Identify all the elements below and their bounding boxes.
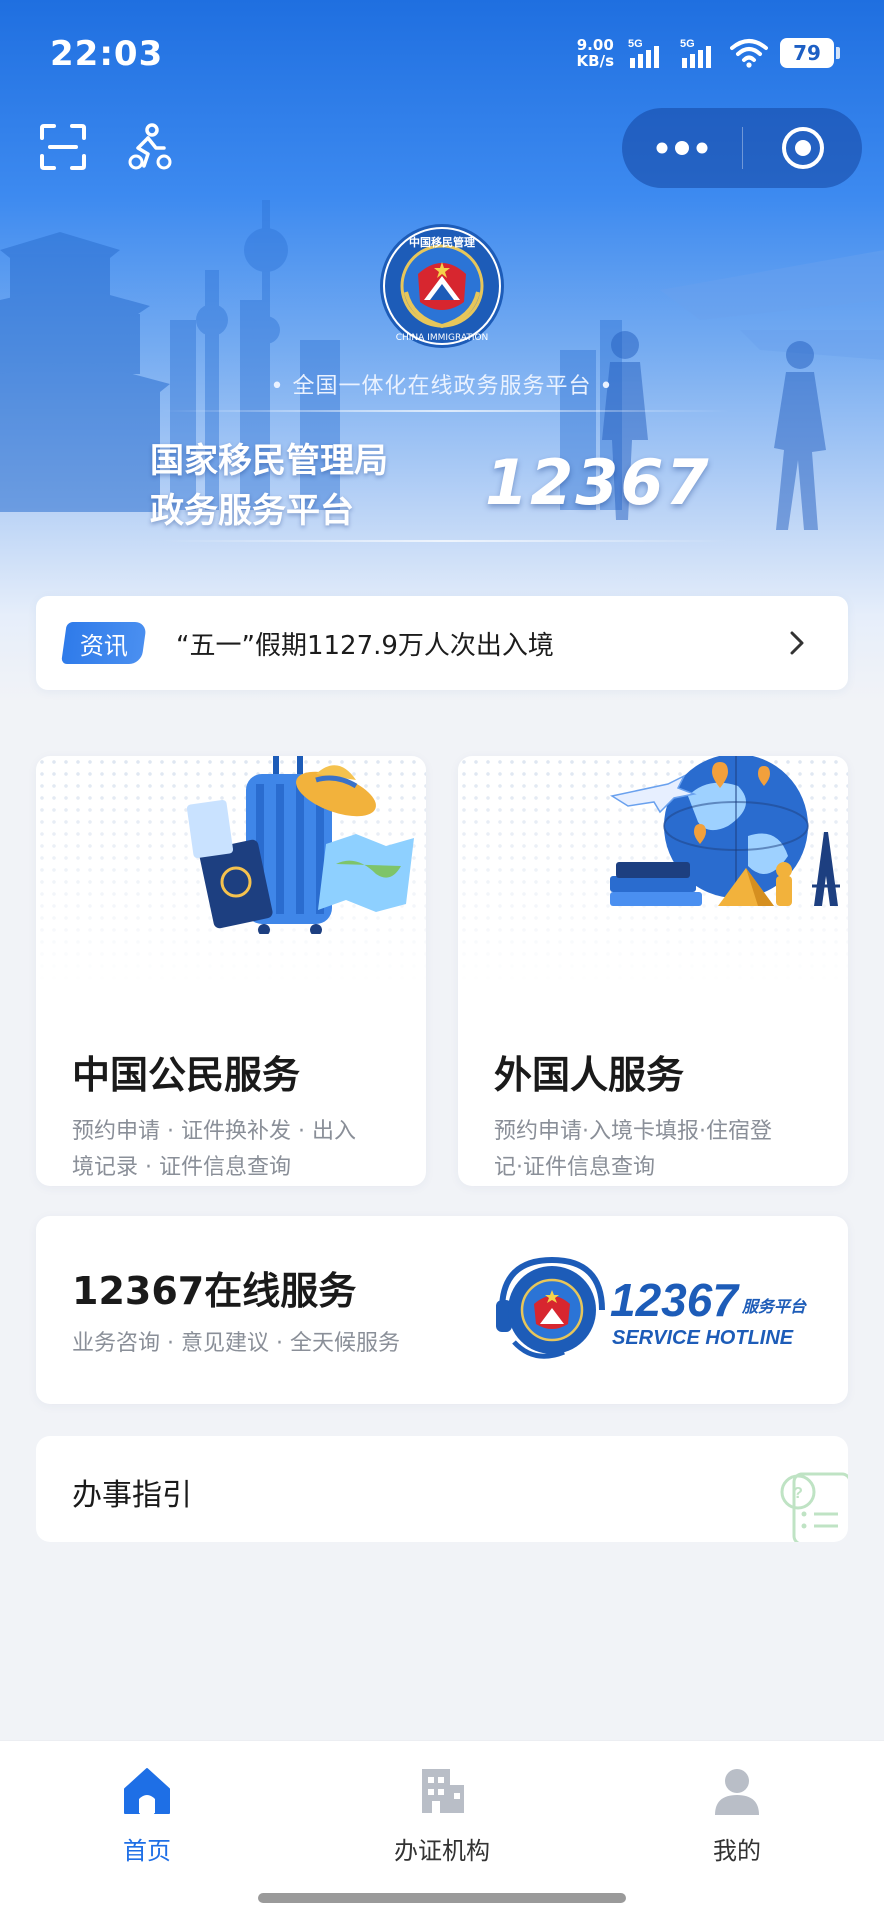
home-icon xyxy=(124,1768,170,1814)
guide-document-icon: ? xyxy=(780,1472,848,1542)
service-guide-bar[interactable]: 办事指引 ? xyxy=(36,1436,848,1542)
hotline-logo-suffix: 服务平台 xyxy=(741,1297,807,1316)
status-time: 22:03 xyxy=(50,34,164,74)
news-tag: 资讯 xyxy=(61,622,147,664)
online-card-desc: 业务咨询 · 意见建议 · 全天候服务 xyxy=(72,1331,400,1356)
hotline-logo-subtitle: SERVICE HOTLINE xyxy=(612,1327,794,1349)
signal-5g-label-2: 5G xyxy=(680,38,695,50)
more-dots-icon xyxy=(656,141,708,155)
close-button[interactable] xyxy=(743,108,862,188)
signal-5g-icon: 5G xyxy=(628,38,659,68)
chevron-right-icon xyxy=(790,631,804,655)
tab-home[interactable]: 首页 xyxy=(47,1765,247,1875)
luggage-illustration-icon xyxy=(186,756,414,934)
news-bar[interactable]: 资讯 “五一”假期1127.9万人次出入境 xyxy=(36,596,848,690)
building-icon xyxy=(422,1769,464,1813)
more-button[interactable] xyxy=(622,108,742,188)
user-icon xyxy=(715,1769,759,1815)
close-target-icon xyxy=(781,127,824,169)
hero-title: 国家移民管理局 政务服务平台 xyxy=(150,436,388,536)
hero-rule-top xyxy=(160,410,730,412)
status-bar: 22:03 9.00 KB/s 5G 5G 79 xyxy=(0,0,884,110)
foreigner-card-desc-line1: 预约申请·入境卡填报·住宿登 xyxy=(494,1119,772,1144)
news-headline: “五一”假期1127.9万人次出入境 xyxy=(176,630,554,661)
status-indicators: 9.00 KB/s 5G 5G 79 xyxy=(577,36,840,70)
globe-travel-illustration-icon xyxy=(610,756,840,906)
network-speed-value: 9.00 xyxy=(576,36,614,54)
citizen-card-desc: 预约申请 · 证件换补发 · 出入 境记录 · 证件信息查询 xyxy=(72,1114,356,1186)
signal-5g-icon-2: 5G xyxy=(680,38,711,68)
service-guide-label: 办事指引 xyxy=(72,1478,192,1513)
news-tag-label: 资讯 xyxy=(80,631,128,660)
foreigner-card-desc-line2: 记·证件信息查询 xyxy=(494,1155,655,1180)
hero-banner: 22:03 9.00 KB/s 5G 5G 79 中国移民管理 CHINA IM… xyxy=(0,0,884,700)
online-service-card[interactable]: 12367在线服务 业务咨询 · 意见建议 · 全天候服务 12367 服务平台… xyxy=(36,1216,848,1404)
hero-hotline: 12367 xyxy=(485,446,711,519)
tab-home-label: 首页 xyxy=(123,1837,171,1865)
service-hotline-logo: 12367 服务平台 SERVICE HOTLINE xyxy=(496,1256,807,1359)
foreigner-card-title: 外国人服务 xyxy=(494,1053,685,1097)
citizen-card-desc-line2: 境记录 · 证件信息查询 xyxy=(72,1155,291,1180)
cycling-icon[interactable] xyxy=(124,122,174,172)
foreigner-service-card[interactable]: 外国人服务 预约申请·入境卡填报·住宿登 记·证件信息查询 xyxy=(458,756,848,1186)
hero-title-line2: 政务服务平台 xyxy=(150,491,354,531)
network-speed-unit: KB/s xyxy=(576,52,614,70)
emblem-text: CHINA IMMIGRATION xyxy=(396,333,489,343)
miniprogram-capsule xyxy=(622,108,862,188)
tab-offices[interactable]: 办证机构 xyxy=(342,1765,542,1875)
tab-offices-label: 办证机构 xyxy=(394,1837,490,1865)
tab-profile-label: 我的 xyxy=(713,1837,761,1865)
immigration-emblem-icon: 中国移民管理 CHINA IMMIGRATION xyxy=(380,224,504,348)
citizen-card-desc-line1: 预约申请 · 证件换补发 · 出入 xyxy=(72,1119,356,1144)
home-indicator[interactable] xyxy=(258,1893,626,1903)
wifi-icon xyxy=(730,39,768,68)
citizen-service-card[interactable]: 中国公民服务 预约申请 · 证件换补发 · 出入 境记录 · 证件信息查询 xyxy=(36,756,426,1186)
scan-icon[interactable] xyxy=(38,122,88,172)
online-card-title: 12367在线服务 xyxy=(72,1269,357,1313)
citizen-card-title: 中国公民服务 xyxy=(72,1053,301,1097)
svg-text:?: ? xyxy=(793,1485,803,1502)
hero-tagline: • 全国一体化在线政务服务平台 • xyxy=(270,374,614,399)
tab-profile[interactable]: 我的 xyxy=(637,1765,837,1875)
hotline-logo-number: 12367 xyxy=(610,1274,740,1326)
network-speed: 9.00 KB/s xyxy=(577,37,614,69)
app-screen: 22:03 9.00 KB/s 5G 5G 79 中国移民管理 CHINA IM… xyxy=(0,0,884,1920)
battery-indicator: 79 xyxy=(780,38,840,68)
svg-text:中国移民管理: 中国移民管理 xyxy=(409,235,475,249)
signal-5g-label: 5G xyxy=(628,38,643,50)
foreigner-card-desc: 预约申请·入境卡填报·住宿登 记·证件信息查询 xyxy=(494,1114,772,1186)
hero-rule-bottom xyxy=(160,540,730,542)
hero-title-line1: 国家移民管理局 xyxy=(150,441,388,481)
